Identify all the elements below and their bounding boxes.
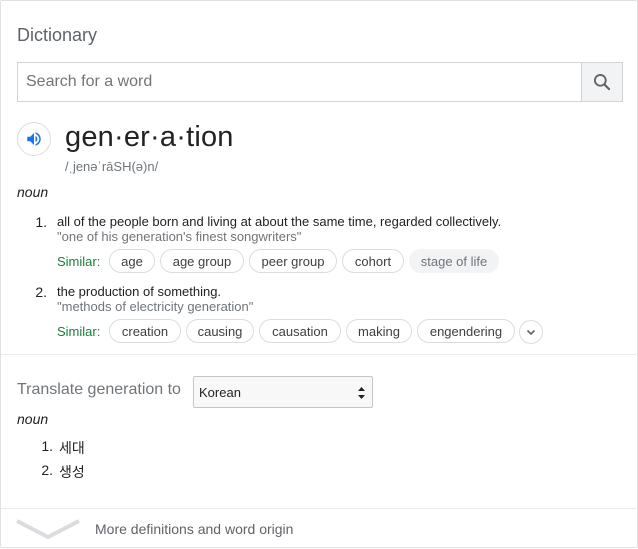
sense-example: "methods of electricity generation"	[57, 299, 254, 314]
select-arrows-icon	[358, 387, 365, 399]
search-button[interactable]	[581, 63, 622, 101]
search-input[interactable]	[18, 63, 583, 101]
translation-word: 생성	[59, 464, 85, 480]
more-definitions-link[interactable]: More definitions and word origin	[1, 509, 638, 549]
dictionary-card: Dictionary gen·er·a·tion /ˌjenəˈrāSH(ə)n…	[0, 0, 638, 548]
speaker-icon	[27, 132, 41, 146]
similar-chip[interactable]: causation	[259, 319, 341, 343]
similar-label: Similar:	[57, 254, 101, 269]
divider	[1, 354, 638, 355]
translation-word: 세대	[59, 440, 85, 456]
language-select-value: Korean	[199, 384, 241, 400]
similar-chip[interactable]: engendering	[417, 319, 515, 343]
translation-number: 1.	[41, 438, 53, 454]
sense-definition: the production of something.	[57, 284, 222, 299]
chevron-down-icon	[16, 519, 80, 540]
sense-example: "one of his generation's finest songwrit…	[57, 229, 302, 244]
similar-chip[interactable]: creation	[109, 319, 181, 343]
dictionary-title: Dictionary	[17, 25, 98, 45]
similar-chip[interactable]: age group	[160, 249, 244, 273]
chevron-down-icon	[526, 329, 536, 336]
language-select[interactable]: Korean	[193, 376, 373, 408]
sense-number: 1.	[35, 214, 47, 230]
expand-similar-button[interactable]	[519, 320, 543, 344]
similar-chip[interactable]: peer group	[249, 249, 337, 273]
pronunciation-button[interactable]	[17, 122, 51, 156]
part-of-speech: noun	[17, 184, 49, 200]
headword: gen·er·a·tion	[65, 121, 234, 153]
similar-chip[interactable]: cohort	[342, 249, 404, 273]
search-box	[17, 62, 623, 102]
similar-chip[interactable]: stage of life	[409, 249, 499, 273]
similar-chip[interactable]: making	[346, 319, 412, 343]
more-definitions-label: More definitions and word origin	[95, 521, 294, 537]
translation-number: 2.	[41, 462, 53, 478]
translate-label: Translate generation to	[17, 381, 181, 398]
translate-part-of-speech: noun	[17, 411, 49, 427]
similar-label: Similar:	[57, 324, 101, 339]
search-icon	[594, 74, 611, 91]
sense-definition: all of the people born and living at abo…	[57, 214, 502, 229]
phonetic-spelling: /ˌjenəˈrāSH(ə)n/	[65, 159, 159, 174]
similar-chip[interactable]: age	[109, 249, 155, 273]
sense-number: 2.	[35, 284, 47, 300]
similar-chip[interactable]: causing	[186, 319, 254, 343]
